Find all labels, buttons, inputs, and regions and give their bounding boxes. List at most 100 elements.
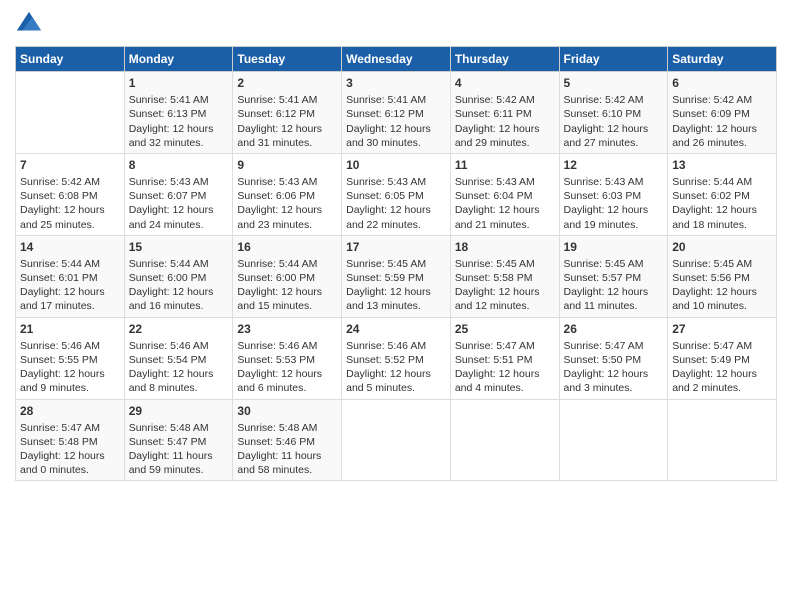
- day-info-line: and 12 minutes.: [455, 299, 555, 313]
- day-info-line: Sunrise: 5:43 AM: [129, 175, 229, 189]
- day-number: 15: [129, 239, 229, 255]
- day-info-line: Daylight: 12 hours: [237, 285, 337, 299]
- day-info-line: and 19 minutes.: [564, 218, 664, 232]
- day-info-line: and 16 minutes.: [129, 299, 229, 313]
- day-header-friday: Friday: [559, 47, 668, 72]
- day-info-line: Daylight: 12 hours: [237, 367, 337, 381]
- day-cell: [450, 399, 559, 481]
- calendar-table: SundayMondayTuesdayWednesdayThursdayFrid…: [15, 46, 777, 481]
- day-info-line: Sunrise: 5:42 AM: [455, 93, 555, 107]
- day-info-line: Sunset: 5:58 PM: [455, 271, 555, 285]
- day-info-line: Sunset: 5:51 PM: [455, 353, 555, 367]
- day-info-line: Sunset: 5:59 PM: [346, 271, 446, 285]
- day-info-line: and 9 minutes.: [20, 381, 120, 395]
- day-info-line: Sunrise: 5:44 AM: [129, 257, 229, 271]
- day-info-line: Sunrise: 5:44 AM: [20, 257, 120, 271]
- day-cell: 20Sunrise: 5:45 AMSunset: 5:56 PMDayligh…: [668, 235, 777, 317]
- day-cell: [559, 399, 668, 481]
- week-row-3: 14Sunrise: 5:44 AMSunset: 6:01 PMDayligh…: [16, 235, 777, 317]
- day-cell: 22Sunrise: 5:46 AMSunset: 5:54 PMDayligh…: [124, 317, 233, 399]
- day-number: 12: [564, 157, 664, 173]
- day-info-line: Daylight: 12 hours: [564, 285, 664, 299]
- week-row-4: 21Sunrise: 5:46 AMSunset: 5:55 PMDayligh…: [16, 317, 777, 399]
- day-info-line: and 13 minutes.: [346, 299, 446, 313]
- day-cell: 29Sunrise: 5:48 AMSunset: 5:47 PMDayligh…: [124, 399, 233, 481]
- day-info-line: and 24 minutes.: [129, 218, 229, 232]
- day-info-line: Sunset: 6:08 PM: [20, 189, 120, 203]
- day-cell: 21Sunrise: 5:46 AMSunset: 5:55 PMDayligh…: [16, 317, 125, 399]
- day-cell: 14Sunrise: 5:44 AMSunset: 6:01 PMDayligh…: [16, 235, 125, 317]
- day-header-monday: Monday: [124, 47, 233, 72]
- day-info-line: and 8 minutes.: [129, 381, 229, 395]
- day-info-line: Daylight: 12 hours: [129, 285, 229, 299]
- day-info-line: Sunset: 6:12 PM: [346, 107, 446, 121]
- day-cell: 16Sunrise: 5:44 AMSunset: 6:00 PMDayligh…: [233, 235, 342, 317]
- day-info-line: Daylight: 12 hours: [564, 122, 664, 136]
- day-info-line: Daylight: 12 hours: [455, 203, 555, 217]
- day-cell: 25Sunrise: 5:47 AMSunset: 5:51 PMDayligh…: [450, 317, 559, 399]
- day-info-line: Daylight: 12 hours: [346, 122, 446, 136]
- day-info-line: and 23 minutes.: [237, 218, 337, 232]
- day-number: 24: [346, 321, 446, 337]
- day-info-line: Daylight: 12 hours: [237, 203, 337, 217]
- day-number: 28: [20, 403, 120, 419]
- day-cell: 11Sunrise: 5:43 AMSunset: 6:04 PMDayligh…: [450, 153, 559, 235]
- day-cell: 26Sunrise: 5:47 AMSunset: 5:50 PMDayligh…: [559, 317, 668, 399]
- day-info-line: and 15 minutes.: [237, 299, 337, 313]
- day-info-line: Sunrise: 5:47 AM: [564, 339, 664, 353]
- day-info-line: Daylight: 12 hours: [20, 367, 120, 381]
- day-cell: 19Sunrise: 5:45 AMSunset: 5:57 PMDayligh…: [559, 235, 668, 317]
- day-info-line: and 6 minutes.: [237, 381, 337, 395]
- day-info-line: Sunrise: 5:43 AM: [346, 175, 446, 189]
- day-info-line: Daylight: 12 hours: [564, 203, 664, 217]
- day-info-line: Sunrise: 5:41 AM: [346, 93, 446, 107]
- day-header-saturday: Saturday: [668, 47, 777, 72]
- day-number: 9: [237, 157, 337, 173]
- day-info-line: and 5 minutes.: [346, 381, 446, 395]
- day-info-line: Sunrise: 5:45 AM: [455, 257, 555, 271]
- logo-icon: [15, 10, 43, 38]
- day-header-wednesday: Wednesday: [342, 47, 451, 72]
- day-number: 19: [564, 239, 664, 255]
- day-number: 21: [20, 321, 120, 337]
- day-info-line: Sunset: 5:52 PM: [346, 353, 446, 367]
- day-info-line: and 32 minutes.: [129, 136, 229, 150]
- day-number: 11: [455, 157, 555, 173]
- day-number: 4: [455, 75, 555, 91]
- day-cell: 4Sunrise: 5:42 AMSunset: 6:11 PMDaylight…: [450, 72, 559, 154]
- day-info-line: Sunrise: 5:43 AM: [455, 175, 555, 189]
- day-header-thursday: Thursday: [450, 47, 559, 72]
- day-info-line: Daylight: 12 hours: [129, 122, 229, 136]
- day-info-line: Daylight: 12 hours: [455, 122, 555, 136]
- day-number: 27: [672, 321, 772, 337]
- day-info-line: Daylight: 11 hours: [129, 449, 229, 463]
- day-info-line: Sunset: 5:57 PM: [564, 271, 664, 285]
- day-info-line: Sunrise: 5:46 AM: [237, 339, 337, 353]
- day-info-line: Daylight: 11 hours: [237, 449, 337, 463]
- day-info-line: Sunset: 6:07 PM: [129, 189, 229, 203]
- day-info-line: Sunset: 5:54 PM: [129, 353, 229, 367]
- day-info-line: Sunrise: 5:47 AM: [672, 339, 772, 353]
- day-info-line: Daylight: 12 hours: [20, 449, 120, 463]
- day-info-line: Sunrise: 5:45 AM: [346, 257, 446, 271]
- day-cell: 28Sunrise: 5:47 AMSunset: 5:48 PMDayligh…: [16, 399, 125, 481]
- day-number: 23: [237, 321, 337, 337]
- day-info-line: Sunset: 5:56 PM: [672, 271, 772, 285]
- week-row-5: 28Sunrise: 5:47 AMSunset: 5:48 PMDayligh…: [16, 399, 777, 481]
- day-info-line: Sunset: 6:05 PM: [346, 189, 446, 203]
- day-info-line: Sunrise: 5:47 AM: [455, 339, 555, 353]
- day-info-line: Sunset: 6:02 PM: [672, 189, 772, 203]
- day-info-line: and 10 minutes.: [672, 299, 772, 313]
- day-info-line: Daylight: 12 hours: [455, 367, 555, 381]
- day-cell: 24Sunrise: 5:46 AMSunset: 5:52 PMDayligh…: [342, 317, 451, 399]
- day-cell: [668, 399, 777, 481]
- day-cell: 2Sunrise: 5:41 AMSunset: 6:12 PMDaylight…: [233, 72, 342, 154]
- day-info-line: Daylight: 12 hours: [129, 203, 229, 217]
- day-info-line: Daylight: 12 hours: [346, 367, 446, 381]
- day-number: 29: [129, 403, 229, 419]
- day-info-line: Sunrise: 5:42 AM: [564, 93, 664, 107]
- day-info-line: Sunrise: 5:48 AM: [129, 421, 229, 435]
- logo: [15, 10, 45, 38]
- day-info-line: and 18 minutes.: [672, 218, 772, 232]
- day-info-line: Sunrise: 5:48 AM: [237, 421, 337, 435]
